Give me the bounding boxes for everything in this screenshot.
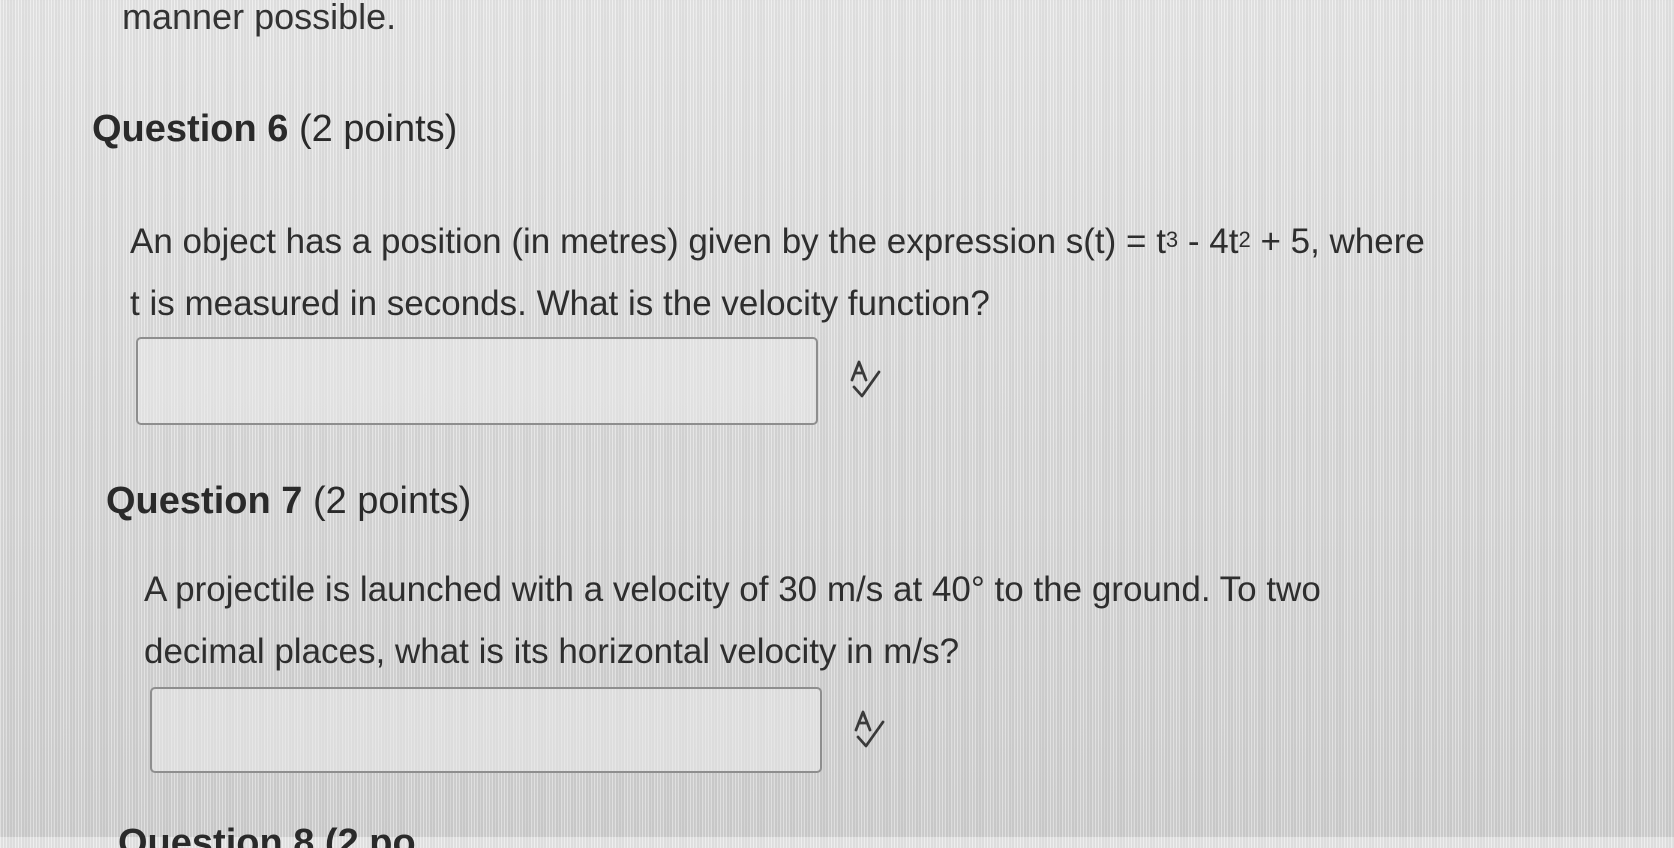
question-6-line-1-a: An object has a position (in metres) giv… bbox=[130, 222, 1166, 261]
question-6-answer-field[interactable] bbox=[136, 337, 818, 425]
question-6-name: Question 6 bbox=[92, 108, 289, 150]
question-6-line-2: t is measured in seconds. What is the ve… bbox=[130, 284, 990, 323]
question-7-points: (2 points) bbox=[312, 480, 472, 522]
question-7-text: A projectile is launched with a velocity… bbox=[144, 559, 1321, 683]
spellcheck-icon[interactable] bbox=[850, 708, 890, 752]
question-8-title-partial: Question 8 (2 points) bbox=[118, 818, 418, 848]
question-6-line-1-b: - 4t bbox=[1178, 222, 1239, 261]
question-6-line-1-c: + 5, where bbox=[1250, 222, 1425, 261]
exponent-3: 3 bbox=[1165, 227, 1179, 252]
question-6-text: An object has a position (in metres) giv… bbox=[130, 211, 1425, 335]
spellcheck-icon[interactable] bbox=[846, 358, 886, 402]
question-6-points: (2 points) bbox=[298, 108, 458, 150]
question-7-line-1: A projectile is launched with a velocity… bbox=[144, 570, 1321, 609]
question-6-line-1: An object has a position (in metres) giv… bbox=[130, 211, 1425, 273]
question-8-title: Question 8 (2 points) bbox=[118, 822, 418, 848]
question-7-name: Question 7 bbox=[106, 480, 303, 522]
quiz-page: manner possible. Question 6 (2 points) A… bbox=[0, 0, 1674, 848]
exponent-2: 2 bbox=[1238, 227, 1251, 252]
question-7-line-2: decimal places, what is its horizontal v… bbox=[144, 632, 960, 671]
question-6-title: Question 6 (2 points) bbox=[92, 108, 457, 151]
previous-question-text: manner possible. bbox=[122, 0, 397, 37]
question-7-answer-field[interactable] bbox=[150, 687, 822, 773]
question-7-title: Question 7 (2 points) bbox=[106, 480, 471, 523]
